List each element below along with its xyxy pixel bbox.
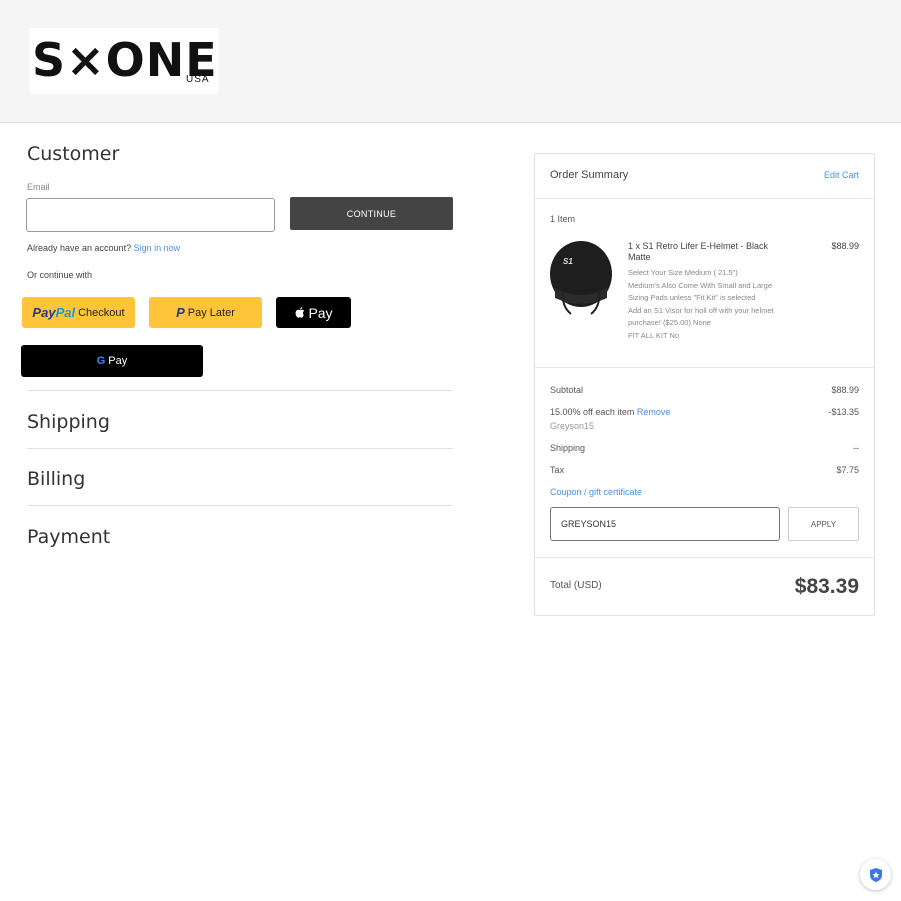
help-widget-button[interactable] — [860, 859, 891, 890]
item-option: Medium's Also Come With Small and Large … — [628, 280, 772, 303]
email-input[interactable] — [26, 198, 275, 232]
continue-with-text: Or continue with — [27, 270, 93, 280]
discount-value: -$13.35 — [828, 407, 859, 417]
total-value: $83.39 — [794, 575, 859, 598]
logo-subtext: USA — [186, 74, 210, 85]
divider — [27, 505, 453, 506]
tax-row: Tax $7.75 — [550, 465, 859, 475]
sign-in-link[interactable]: Sign in now — [134, 243, 181, 253]
divider — [535, 198, 874, 199]
account-prompt-text: Already have an account? — [27, 243, 132, 253]
paypal-checkout-button[interactable]: PayPal Checkout — [22, 297, 135, 328]
paypal-p-icon: P — [176, 305, 185, 320]
shield-star-icon — [869, 867, 882, 882]
google-pay-button[interactable]: G Pay — [21, 345, 203, 377]
paypal-logo: PayPal — [32, 305, 76, 320]
divider — [27, 448, 453, 449]
svg-text:S1: S1 — [563, 257, 573, 266]
edit-cart-link[interactable]: Edit Cart — [824, 170, 859, 180]
tax-label: Tax — [550, 465, 565, 475]
site-header: S×ONE USA — [0, 0, 901, 123]
shipping-value: -- — [853, 443, 859, 453]
paypal-paylater-button[interactable]: P Pay Later — [149, 297, 262, 328]
helmet-product-image: S1 — [550, 241, 612, 315]
discount-row: 15.00% off each item Remove -$13.35 — [550, 407, 859, 417]
payment-heading[interactable]: Payment — [27, 526, 110, 548]
continue-button[interactable]: CONTINUE — [290, 197, 453, 230]
item-title: 1 x S1 Retro Lifer E-Helmet - Black Matt… — [628, 241, 769, 262]
customer-heading: Customer — [27, 143, 120, 165]
item-price: $88.99 — [831, 241, 859, 251]
subtotal-label: Subtotal — [550, 385, 584, 395]
discount-label: 15.00% off each item — [550, 407, 635, 417]
brand-logo[interactable]: S×ONE USA — [30, 28, 218, 94]
discount-code: Greyson15 — [550, 421, 595, 431]
coupon-input[interactable] — [550, 507, 780, 541]
subtotal-row: Subtotal $88.99 — [550, 385, 859, 395]
shipping-heading[interactable]: Shipping — [27, 411, 110, 433]
billing-heading[interactable]: Billing — [27, 468, 85, 490]
apple-icon — [296, 307, 305, 318]
remove-discount-link[interactable]: Remove — [637, 407, 671, 417]
apple-pay-label: Pay — [308, 304, 333, 321]
paypal-checkout-label: Checkout — [78, 306, 125, 319]
order-summary-title: Order Summary — [550, 169, 629, 181]
item-option: Select Your Size Medium ( 21.5") — [628, 268, 738, 277]
email-label: Email — [27, 182, 50, 192]
subtotal-value: $88.99 — [831, 385, 859, 395]
order-summary-panel: Order Summary Edit Cart 1 Item S1 1 x S1… — [534, 153, 875, 616]
coupon-link[interactable]: Coupon / gift certificate — [550, 487, 859, 497]
divider — [535, 367, 874, 368]
item-option: Add an S1 Visor for holl off with your h… — [628, 305, 774, 328]
google-g-icon: G — [96, 355, 106, 367]
item-option: FIT ALL KIT No — [628, 330, 680, 340]
account-prompt: Already have an account? Sign in now — [27, 243, 180, 253]
divider — [535, 557, 874, 558]
shipping-label: Shipping — [550, 443, 586, 453]
apple-pay-button[interactable]: Pay — [276, 297, 351, 328]
google-pay-label: Pay — [108, 355, 128, 367]
tax-value: $7.75 — [836, 465, 859, 475]
paylater-label: Pay Later — [187, 306, 235, 319]
divider — [27, 390, 453, 391]
shipping-row: Shipping -- — [550, 443, 859, 453]
item-options: Select Your Size Medium ( 21.5") Medium'… — [628, 267, 778, 342]
apply-coupon-button[interactable]: APPLY — [788, 507, 859, 541]
item-count: 1 Item — [550, 214, 576, 224]
